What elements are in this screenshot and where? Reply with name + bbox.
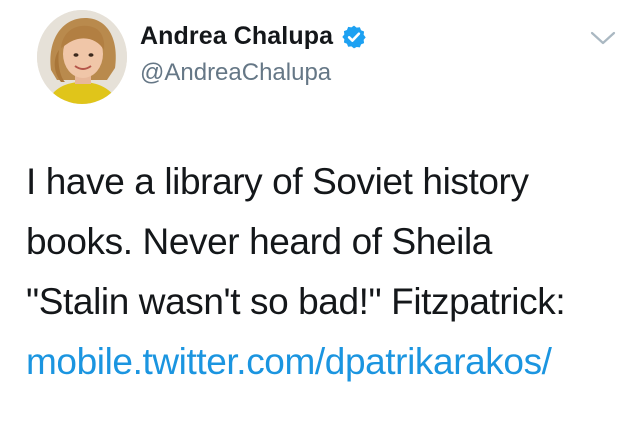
author-name-row: Andrea Chalupa <box>140 22 367 51</box>
avatar[interactable] <box>37 10 127 104</box>
avatar-image <box>37 10 127 104</box>
author-handle[interactable]: @AndreaChalupa <box>140 59 331 87</box>
chevron-down-icon[interactable] <box>589 28 617 48</box>
verified-badge-icon <box>342 25 366 48</box>
tweet-text-line: I have a library of Soviet history <box>26 161 529 202</box>
tweet-link[interactable]: mobile.twitter.com/dpatrikarakos/ <box>26 341 552 382</box>
author-display-name[interactable]: Andrea Chalupa <box>140 22 333 51</box>
tweet-text-line: books. Never heard of Sheila <box>26 221 492 262</box>
tweet-text-line: "Stalin wasn't so bad!" Fitzpatrick: <box>26 281 566 322</box>
tweet-card: Andrea Chalupa @AndreaChalupa I have a l… <box>0 0 623 425</box>
tweet-text: I have a library of Soviet history books… <box>26 152 616 392</box>
